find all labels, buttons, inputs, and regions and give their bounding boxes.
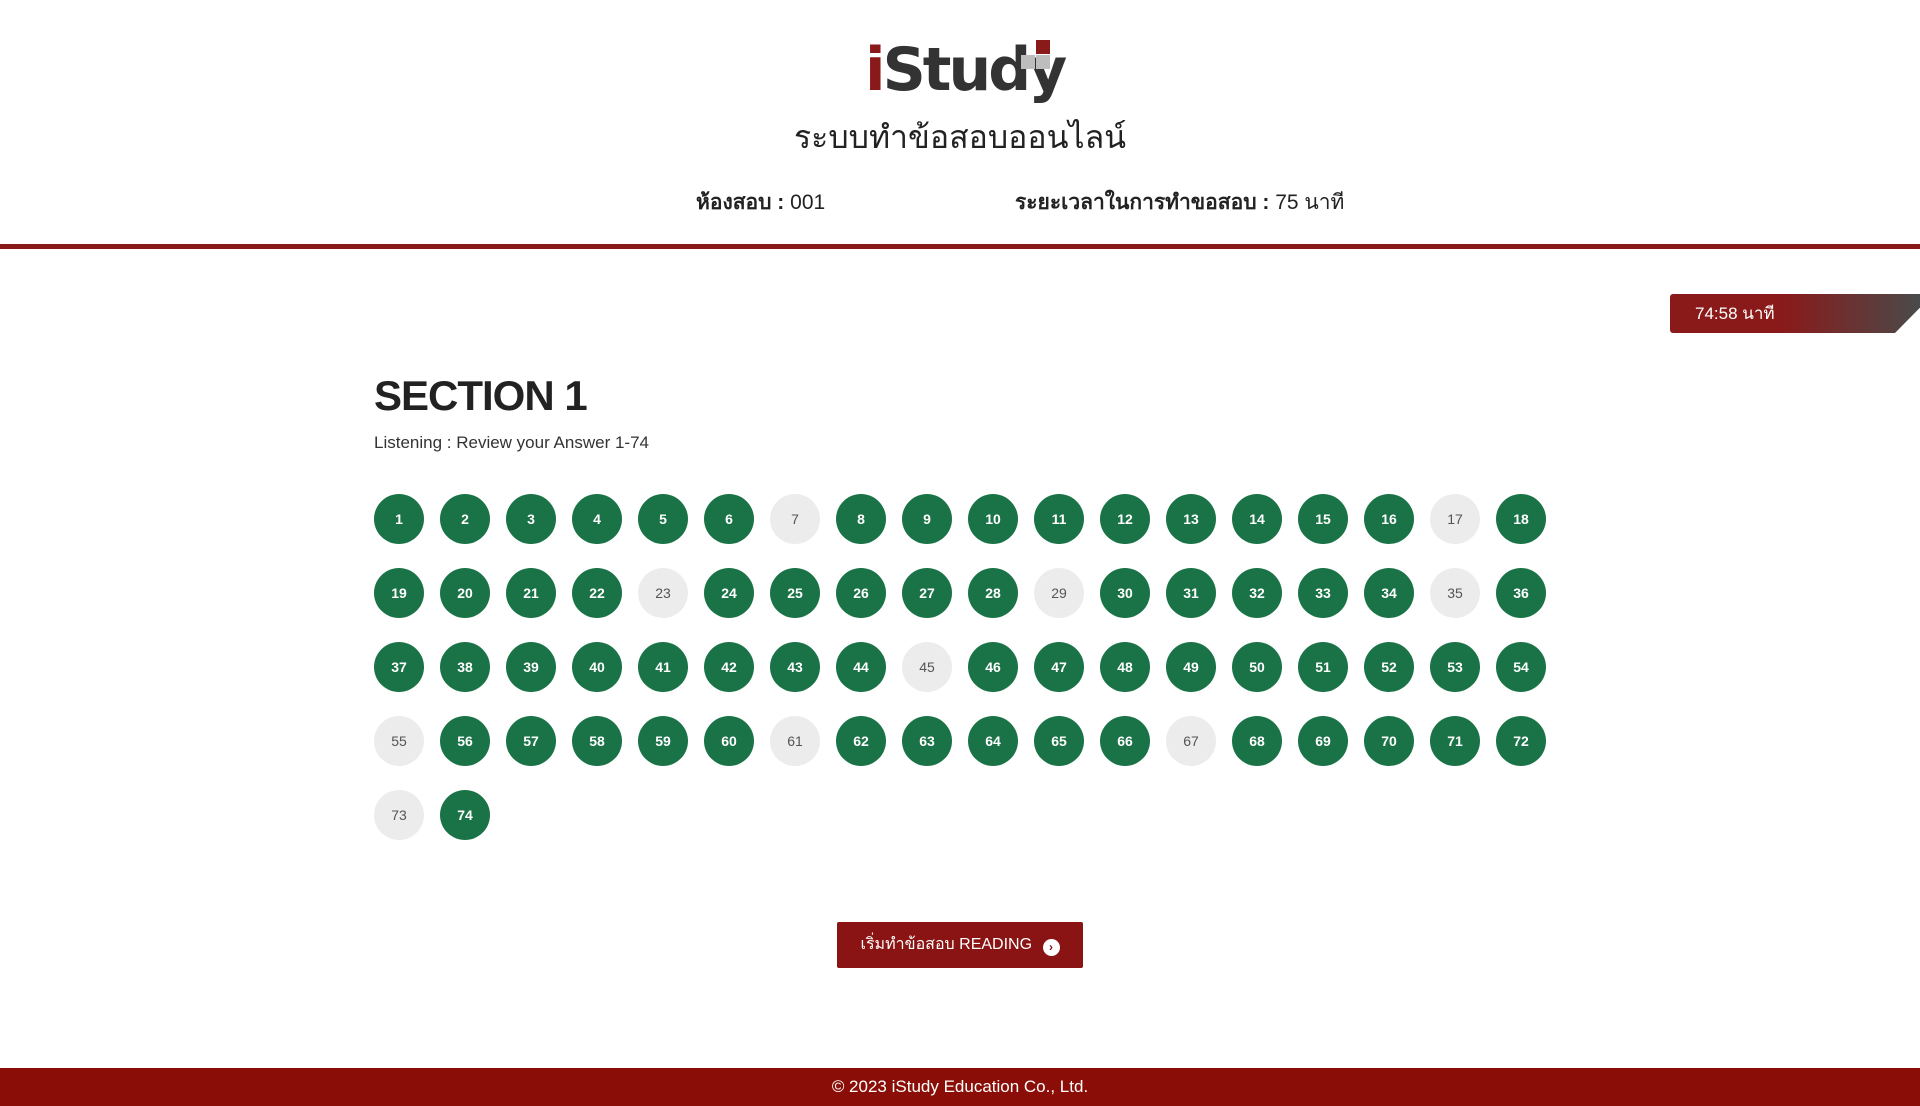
question-1-button[interactable]: 1 [374,494,424,544]
question-14-button[interactable]: 14 [1232,494,1282,544]
question-56-button[interactable]: 56 [440,716,490,766]
question-38-button[interactable]: 38 [440,642,490,692]
question-68-button[interactable]: 68 [1232,716,1282,766]
question-37-button[interactable]: 37 [374,642,424,692]
question-67-button[interactable]: 67 [1166,716,1216,766]
question-64-button[interactable]: 64 [968,716,1018,766]
question-69-button[interactable]: 69 [1298,716,1348,766]
question-47-button[interactable]: 47 [1034,642,1084,692]
system-title: ระบบทำข้อสอบออนไลน์ [793,119,1127,155]
question-45-button[interactable]: 45 [902,642,952,692]
question-50-button[interactable]: 50 [1232,642,1282,692]
question-24-button[interactable]: 24 [704,568,754,618]
question-35-button[interactable]: 35 [1430,568,1480,618]
question-30-button[interactable]: 30 [1100,568,1150,618]
question-66-button[interactable]: 66 [1100,716,1150,766]
question-16-button[interactable]: 16 [1364,494,1414,544]
question-49-button[interactable]: 49 [1166,642,1216,692]
question-57-button[interactable]: 57 [506,716,556,766]
question-6-button[interactable]: 6 [704,494,754,544]
question-55-button[interactable]: 55 [374,716,424,766]
question-58-button[interactable]: 58 [572,716,622,766]
question-43-button[interactable]: 43 [770,642,820,692]
istudy-logo: iStudy [865,35,1067,105]
question-27-button[interactable]: 27 [902,568,952,618]
question-53-button[interactable]: 53 [1430,642,1480,692]
exam-room-label: ห้องสอบ : [696,191,785,214]
question-63-button[interactable]: 63 [902,716,952,766]
question-31-button[interactable]: 31 [1166,568,1216,618]
question-26-button[interactable]: 26 [836,568,886,618]
chevron-right-circle-icon: › [1042,939,1060,956]
section-title: SECTION 1 [374,372,588,419]
question-18-button[interactable]: 18 [1496,494,1546,544]
exam-room-info: ห้องสอบ : 001 [696,186,825,219]
question-12-button[interactable]: 12 [1100,494,1150,544]
logo-square-red [1036,40,1050,54]
question-20-button[interactable]: 20 [440,568,490,618]
section-subtitle: Listening : Review your Answer 1-74 [374,433,649,452]
question-36-button[interactable]: 36 [1496,568,1546,618]
question-13-button[interactable]: 13 [1166,494,1216,544]
question-15-button[interactable]: 15 [1298,494,1348,544]
exam-duration-info: ระยะเวลาในการทำขอสอบ : 75 นาที [1015,186,1344,219]
question-44-button[interactable]: 44 [836,642,886,692]
question-74-button[interactable]: 74 [440,790,490,840]
question-42-button[interactable]: 42 [704,642,754,692]
question-21-button[interactable]: 21 [506,568,556,618]
page-footer: © 2023 iStudy Education Co., Ltd. [0,1068,1920,1106]
logo-square-gray [1036,55,1050,69]
question-60-button[interactable]: 60 [704,716,754,766]
question-46-button[interactable]: 46 [968,642,1018,692]
question-41-button[interactable]: 41 [638,642,688,692]
exam-duration-value: 75 นาที [1275,191,1345,214]
question-72-button[interactable]: 72 [1496,716,1546,766]
exam-room-value: 001 [790,191,826,214]
question-7-button[interactable]: 7 [770,494,820,544]
logo-square-gray [1021,55,1035,69]
question-61-button[interactable]: 61 [770,716,820,766]
question-9-button[interactable]: 9 [902,494,952,544]
question-11-button[interactable]: 11 [1034,494,1084,544]
question-62-button[interactable]: 62 [836,716,886,766]
question-8-button[interactable]: 8 [836,494,886,544]
question-17-button[interactable]: 17 [1430,494,1480,544]
question-54-button[interactable]: 54 [1496,642,1546,692]
page-header: iStudy ระบบทำข้อสอบออนไลน์ ห้องสอบ : 001… [0,0,1920,249]
question-51-button[interactable]: 51 [1298,642,1348,692]
question-33-button[interactable]: 33 [1298,568,1348,618]
question-2-button[interactable]: 2 [440,494,490,544]
start-reading-label: เริ่มทำข้อสอบ READING [860,936,1033,953]
question-70-button[interactable]: 70 [1364,716,1414,766]
question-65-button[interactable]: 65 [1034,716,1084,766]
question-5-button[interactable]: 5 [638,494,688,544]
copyright-text: © 2023 iStudy Education Co., Ltd. [831,1077,1089,1096]
question-71-button[interactable]: 71 [1430,716,1480,766]
question-32-button[interactable]: 32 [1232,568,1282,618]
question-3-button[interactable]: 3 [506,494,556,544]
question-25-button[interactable]: 25 [770,568,820,618]
question-48-button[interactable]: 48 [1100,642,1150,692]
question-10-button[interactable]: 10 [968,494,1018,544]
question-4-button[interactable]: 4 [572,494,622,544]
question-40-button[interactable]: 40 [572,642,622,692]
countdown-timer: 74:58 นาที [1670,294,1920,333]
question-28-button[interactable]: 28 [968,568,1018,618]
exam-duration-label: ระยะเวลาในการทำขอสอบ : [1015,191,1270,214]
question-59-button[interactable]: 59 [638,716,688,766]
question-34-button[interactable]: 34 [1364,568,1414,618]
question-73-button[interactable]: 73 [374,790,424,840]
question-19-button[interactable]: 19 [374,568,424,618]
question-22-button[interactable]: 22 [572,568,622,618]
start-reading-button[interactable]: เริ่มทำข้อสอบ READING › [837,922,1083,968]
question-39-button[interactable]: 39 [506,642,556,692]
question-23-button[interactable]: 23 [638,568,688,618]
question-29-button[interactable]: 29 [1034,568,1084,618]
question-52-button[interactable]: 52 [1364,642,1414,692]
logo-text: iStudy [865,35,1067,105]
